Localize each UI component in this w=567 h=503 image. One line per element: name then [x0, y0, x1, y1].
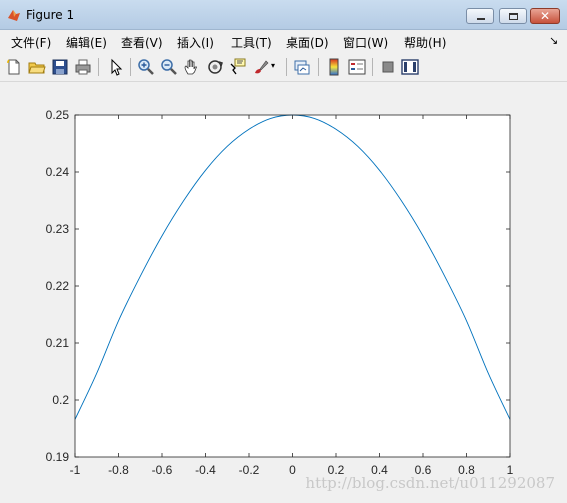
- open-file-icon[interactable]: [28, 58, 46, 76]
- close-icon: ✕: [540, 9, 551, 23]
- link-plot-icon[interactable]: [293, 58, 311, 76]
- menu-window[interactable]: 窗口(W): [343, 34, 388, 51]
- menu-file[interactable]: 文件(F): [11, 34, 51, 51]
- watermark-text: http://blog.csdn.net/u011292087: [305, 474, 555, 492]
- minimize-button[interactable]: [466, 8, 494, 24]
- y-tick-label: 0.19: [46, 450, 70, 464]
- rotate-3d-icon[interactable]: [206, 58, 224, 76]
- toolbar-separator: [98, 58, 99, 76]
- y-tick-label: 0.24: [46, 165, 70, 179]
- y-tick-label: 0.22: [46, 279, 70, 293]
- menu-tools[interactable]: 工具(T): [231, 34, 272, 51]
- axes-background: [75, 115, 510, 457]
- print-icon[interactable]: [74, 58, 92, 76]
- data-cursor-icon[interactable]: [229, 58, 247, 76]
- toolbar-separator: [286, 58, 287, 76]
- toolbar-separator: [130, 58, 131, 76]
- minimize-icon: [477, 18, 485, 20]
- window-title: Figure 1: [26, 8, 75, 22]
- show-plot-tools-icon[interactable]: [401, 58, 419, 76]
- menu-insert[interactable]: 插入(I): [177, 34, 214, 51]
- x-tick-label: -0.6: [152, 463, 173, 477]
- menu-edit[interactable]: 编辑(E): [66, 34, 107, 51]
- pan-hand-icon[interactable]: [183, 58, 201, 76]
- figure-toolbar: ▾: [0, 52, 567, 82]
- x-tick-label: -0.8: [108, 463, 129, 477]
- y-tick-label: 0.23: [46, 222, 70, 236]
- menu-view[interactable]: 查看(V): [121, 34, 163, 51]
- new-figure-icon[interactable]: [5, 58, 23, 76]
- toolbar-separator: [318, 58, 319, 76]
- title-bar: Figure 1 ✕: [0, 0, 567, 30]
- brush-dropdown-icon[interactable]: ▾: [271, 62, 279, 70]
- toolbar-separator: [372, 58, 373, 76]
- close-button[interactable]: ✕: [530, 8, 560, 24]
- menu-help[interactable]: 帮助(H): [404, 34, 446, 51]
- legend-icon[interactable]: [348, 58, 366, 76]
- matlab-logo-icon: [8, 10, 20, 21]
- y-tick-label: 0.2: [52, 393, 69, 407]
- save-icon[interactable]: [51, 58, 69, 76]
- zoom-in-icon[interactable]: [137, 58, 155, 76]
- figure-canvas: -1 -0.8 -0.6 -0.4 -0.2 0 0.2 0.4 0.6 0.8 1 0.19 0.2…: [0, 82, 567, 503]
- x-tick-label: 0: [289, 463, 296, 477]
- menu-bar: 文件(F) 编辑(E) 查看(V) 插入(I) 工具(T) 桌面(D) 窗口(W…: [0, 30, 567, 52]
- brush-icon[interactable]: [252, 58, 270, 76]
- y-tick-label: 0.25: [46, 108, 70, 122]
- hide-plot-tools-icon[interactable]: [379, 58, 397, 76]
- x-tick-label: -1: [70, 463, 81, 477]
- pointer-icon[interactable]: [107, 58, 125, 76]
- line-chart[interactable]: -1 -0.8 -0.6 -0.4 -0.2 0 0.2 0.4 0.6 0.8 1 0.190.2…: [0, 82, 567, 503]
- y-tick-label: 0.21: [46, 336, 70, 350]
- colorbar-icon[interactable]: [325, 58, 343, 76]
- maximize-icon: [509, 13, 518, 20]
- menu-overflow-arrow-icon[interactable]: ↘: [549, 34, 558, 47]
- x-tick-label: -0.2: [239, 463, 260, 477]
- maximize-button[interactable]: [499, 8, 527, 24]
- zoom-out-icon[interactable]: [160, 58, 178, 76]
- x-tick-label: -0.4: [195, 463, 216, 477]
- menu-desktop[interactable]: 桌面(D): [286, 34, 329, 51]
